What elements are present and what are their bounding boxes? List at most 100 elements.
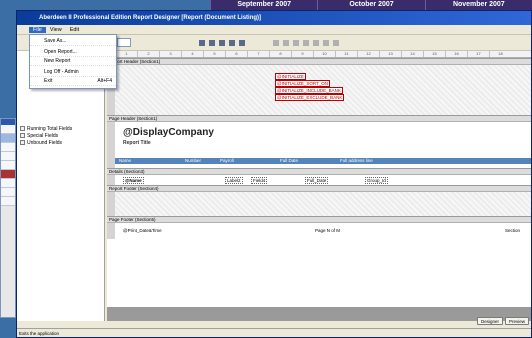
ruler-tick: 2 xyxy=(137,51,159,57)
page-number-field[interactable]: Page N of M xyxy=(315,228,340,233)
format-icon[interactable] xyxy=(273,39,279,46)
preview-button[interactable]: Preview xyxy=(504,317,529,325)
ruler-tick: 1 xyxy=(115,51,137,57)
horizontal-ruler: 1 2 3 4 5 6 7 8 9 10 11 12 13 14 15 16 1… xyxy=(107,51,531,58)
tree-item-running-total[interactable]: Running Total Fields xyxy=(20,125,101,132)
folder-icon xyxy=(20,140,25,145)
ruler-tick: 7 xyxy=(247,51,269,57)
page-footer-band[interactable]: @Print_Date&Time Page N of M Section xyxy=(107,223,531,239)
ruler-tick: 3 xyxy=(159,51,181,57)
page-header-band[interactable]: @DisplayCompany Report Title Name Number… xyxy=(107,122,531,168)
column-header[interactable]: Full Date xyxy=(280,158,340,164)
file-menu-dropdown: Save As... Open Report... New Report Log… xyxy=(29,34,117,89)
folder-icon xyxy=(20,126,25,131)
menu-file[interactable]: File xyxy=(29,26,46,33)
ruler-tick: 15 xyxy=(423,51,445,57)
detail-field[interactable]: Group_Id xyxy=(365,177,388,184)
tree-item-label: Special Fields xyxy=(27,132,59,139)
formula-field[interactable]: @INITIALIZE_INCLUDE_BANK xyxy=(275,87,343,94)
folder-icon xyxy=(20,133,25,138)
align-center-icon[interactable] xyxy=(219,39,225,46)
background-row xyxy=(1,188,15,197)
detail-field[interactable]: Field4 xyxy=(251,177,268,184)
background-row xyxy=(1,125,15,134)
section-field[interactable]: Section xyxy=(505,228,520,233)
formula-field[interactable]: @INITIALIZE xyxy=(275,73,306,80)
ruler-tick: 12 xyxy=(357,51,379,57)
report-design-canvas: 1 2 3 4 5 6 7 8 9 10 11 12 13 14 15 16 1… xyxy=(107,51,531,321)
field-explorer-tree: Running Total Fields Special Fields Unbo… xyxy=(17,51,105,321)
menu-item-new-report[interactable]: New Report xyxy=(30,57,116,66)
detail-field[interactable]: Label2 xyxy=(225,177,243,184)
column-header[interactable]: Full address line xyxy=(340,158,430,164)
ruler-tick: 18 xyxy=(489,51,511,57)
section-header-report-footer[interactable]: Report Footer (Section4) xyxy=(107,185,531,192)
menu-view[interactable]: View xyxy=(46,27,66,33)
tree-item-unbound-fields[interactable]: Unbound Fields xyxy=(20,139,101,146)
column-header[interactable]: Number xyxy=(185,158,220,164)
table-icon[interactable] xyxy=(239,39,245,46)
detail-field[interactable]: @Name xyxy=(123,177,144,184)
report-title-field[interactable]: Report Title xyxy=(123,140,151,146)
menu-item-label: Exit xyxy=(44,78,53,84)
column-header[interactable]: Name xyxy=(115,158,185,164)
format-icon[interactable] xyxy=(303,39,309,46)
ruler-tick: 17 xyxy=(467,51,489,57)
column-header[interactable]: Payroll xyxy=(220,158,280,164)
ruler-tick: 9 xyxy=(291,51,313,57)
designer-button[interactable]: Designer xyxy=(476,317,503,325)
menu-item-shortcut: Alt+F4 xyxy=(97,78,112,84)
report-header-band[interactable]: @INITIALIZE @INITIALIZE_SORT_ON @INITIAL… xyxy=(107,65,531,115)
menu-item-label: Open Report... xyxy=(44,49,77,55)
report-footer-band[interactable] xyxy=(107,192,531,216)
font-size-select[interactable] xyxy=(117,38,131,47)
format-icon[interactable] xyxy=(283,39,289,46)
ruler-tick: 16 xyxy=(445,51,467,57)
tree-item-label: Running Total Fields xyxy=(27,125,73,132)
bold-icon[interactable] xyxy=(199,39,205,46)
formula-field[interactable]: @INITIALIZE_EXCLUDE_BANK xyxy=(275,94,345,101)
formula-field[interactable]: @INITIALIZE_SORT_ON xyxy=(275,80,330,87)
canvas-empty-area xyxy=(107,307,531,321)
ruler-tick: 4 xyxy=(181,51,203,57)
menu-item-label: New Report xyxy=(44,58,71,64)
section-header-page-footer[interactable]: Page Footer (Section5) xyxy=(107,216,531,223)
company-name-field[interactable]: @DisplayCompany xyxy=(123,127,214,138)
tree-item-label: Unbound Fields xyxy=(27,139,63,146)
format-icon[interactable] xyxy=(293,39,299,46)
details-band[interactable]: @Name Label2 Field4 Full_Date Group_Id xyxy=(107,175,531,185)
section-header-report-header[interactable]: Report Header (Section1) xyxy=(107,58,531,65)
detail-field[interactable]: Full_Date xyxy=(305,177,329,184)
menu-item-open-report[interactable]: Open Report... xyxy=(30,48,116,57)
section-header-page-header[interactable]: Page Header (Section1) xyxy=(107,115,531,122)
menu-item-log-off[interactable]: Log Off - Admin xyxy=(30,68,116,77)
print-date-field[interactable]: @Print_Date&Time xyxy=(123,228,162,233)
ruler-tick: 8 xyxy=(269,51,291,57)
section-header-details[interactable]: Details (Section3) xyxy=(107,168,531,175)
window-titlebar[interactable]: Aberdeen II Professional Edition Report … xyxy=(17,11,531,25)
report-designer-window: Aberdeen II Professional Edition Report … xyxy=(16,10,532,338)
format-icon[interactable] xyxy=(313,39,319,46)
background-row xyxy=(1,143,15,152)
background-row xyxy=(1,179,15,188)
ruler-tick: 5 xyxy=(203,51,225,57)
ruler-tick: 13 xyxy=(379,51,401,57)
mode-buttons: Designer Preview xyxy=(476,317,529,325)
menu-item-save-as[interactable]: Save As... xyxy=(30,37,116,46)
menu-edit[interactable]: Edit xyxy=(66,27,83,33)
tree-item-special-fields[interactable]: Special Fields xyxy=(20,132,101,139)
format-icon[interactable] xyxy=(333,39,339,46)
ruler-tick: 14 xyxy=(401,51,423,57)
grid-icon[interactable] xyxy=(229,39,235,46)
background-row xyxy=(1,134,15,143)
background-row xyxy=(1,152,15,161)
menu-item-label: Log Off - Admin xyxy=(44,69,79,75)
column-header-row: Name Number Payroll Full Date Full addre… xyxy=(115,158,531,164)
status-bar: Exits the application xyxy=(17,328,531,337)
background-row xyxy=(1,170,15,179)
format-icon[interactable] xyxy=(323,39,329,46)
menu-item-exit[interactable]: Exit Alt+F4 xyxy=(30,77,116,86)
menu-item-label: Save As... xyxy=(44,38,67,44)
background-row xyxy=(1,197,15,206)
align-left-icon[interactable] xyxy=(209,39,215,46)
